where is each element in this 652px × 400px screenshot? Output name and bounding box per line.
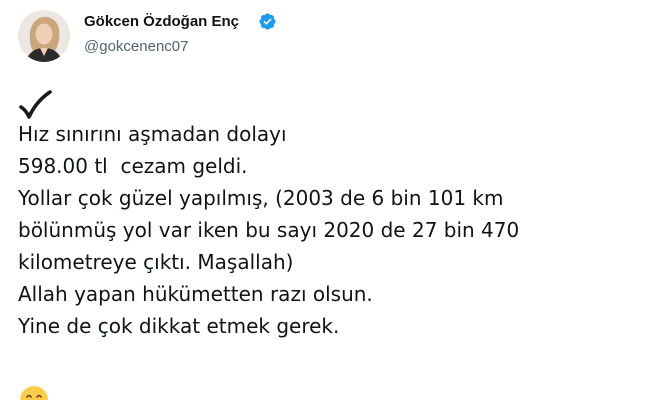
author-handle[interactable]: @gokcenenc07: [84, 38, 188, 55]
tweet-line: 598.00 tl cezam geldi.: [18, 154, 248, 178]
author-display-name[interactable]: Gökcen Özdoğan Enç: [84, 13, 239, 30]
tweet-line: Yine de çok dikkat etmek gerek.: [18, 314, 340, 338]
verified-badge-icon: [258, 12, 277, 31]
tweet-line: Allah yapan hükümetten razı olsun.: [18, 282, 373, 306]
profile-photo-icon: [18, 10, 70, 62]
tweet-line: Hız sınırını aşmadan dolayı: [18, 122, 287, 146]
tweet-line: bölünmüş yol var iken bu sayı 2020 de 27…: [18, 218, 520, 242]
tweet-line: Yollar çok güzel yapılmış, (2003 de 6 bi…: [18, 186, 504, 210]
tweet-text: Hız sınırını aşmadan dolayı 598.00 tl ce…: [18, 118, 638, 342]
tweet-line: kilometreye çıktı. Maşallah): [18, 250, 294, 274]
avatar[interactable]: [18, 10, 70, 62]
tweet-card: Gökcen Özdoğan Enç @gokcenenc07 Hız sını…: [0, 0, 652, 400]
emoji-icon: [18, 384, 50, 400]
check-mark-icon: [18, 90, 52, 120]
